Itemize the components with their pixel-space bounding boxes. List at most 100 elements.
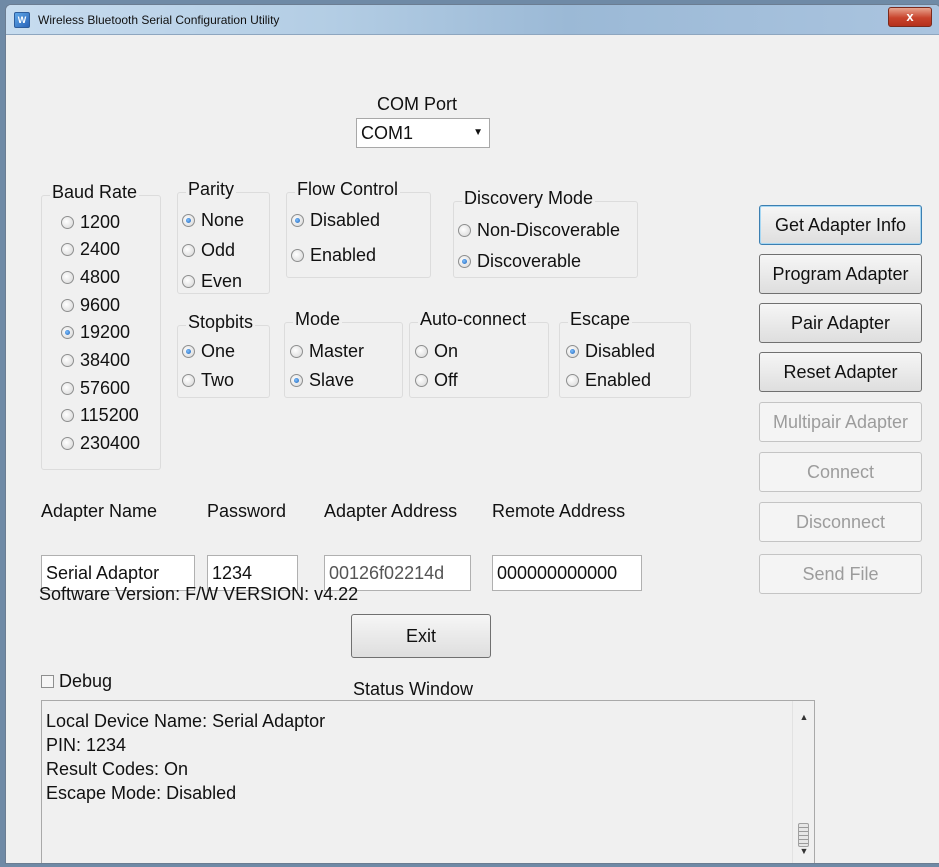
stopbits-option-one[interactable]: One xyxy=(182,341,235,362)
scroll-up-icon[interactable]: ▲ xyxy=(793,705,815,729)
baud-label: 115200 xyxy=(80,405,139,425)
scroll-down-icon[interactable]: ▼ xyxy=(793,839,815,863)
stopbits-label: One xyxy=(201,341,236,361)
stopbits-label: Two xyxy=(201,370,235,390)
bluetooth-app-icon: W xyxy=(14,12,30,28)
radio-dot xyxy=(61,299,74,312)
radio-dot xyxy=(291,249,304,262)
checkbox-box xyxy=(41,675,54,688)
status-line: Escape Mode: Disabled xyxy=(46,783,237,803)
escape-option-enabled[interactable]: Enabled xyxy=(566,370,651,391)
baud-rate-title: Baud Rate xyxy=(50,182,140,203)
remote-address-label: Remote Address xyxy=(492,501,626,521)
baud-label: 1200 xyxy=(80,212,121,232)
pair-adapter-button[interactable]: Pair Adapter xyxy=(759,303,922,343)
baud-option-2400[interactable]: 2400 xyxy=(61,239,120,260)
escape-option-disabled[interactable]: Disabled xyxy=(566,341,655,362)
discovery-label: Discoverable xyxy=(477,251,582,271)
auto-connect-option-off[interactable]: Off xyxy=(415,370,458,391)
com-port-select[interactable]: COM1 ▼ xyxy=(356,118,490,148)
radio-dot-selected xyxy=(291,214,304,227)
radio-dot xyxy=(61,409,74,422)
stopbits-option-two[interactable]: Two xyxy=(182,370,234,391)
com-port-value: COM1 xyxy=(361,123,414,143)
send-file-button[interactable]: Send File xyxy=(759,554,922,594)
parity-label: None xyxy=(201,210,245,230)
disconnect-button[interactable]: Disconnect xyxy=(759,502,922,542)
close-icon: x xyxy=(906,9,914,24)
radio-dot xyxy=(61,243,74,256)
multipair-adapter-button[interactable]: Multipair Adapter xyxy=(759,402,922,442)
radio-dot xyxy=(415,374,428,387)
escape-label: Disabled xyxy=(585,341,656,361)
radio-dot xyxy=(182,275,195,288)
exit-button[interactable]: Exit xyxy=(351,614,491,658)
radio-dot-selected xyxy=(290,374,303,387)
chevron-down-icon: ▼ xyxy=(473,127,483,138)
program-adapter-button[interactable]: Program Adapter xyxy=(759,254,922,294)
flow-option-disabled[interactable]: Disabled xyxy=(291,210,380,231)
remote-address-field[interactable]: 000000000000 xyxy=(492,555,642,591)
close-button[interactable]: x xyxy=(888,7,932,27)
debug-label: Debug xyxy=(59,671,113,691)
stopbits-title: Stopbits xyxy=(186,312,256,333)
baud-option-4800[interactable]: 4800 xyxy=(61,267,120,288)
radio-dot xyxy=(290,345,303,358)
radio-dot xyxy=(61,437,74,450)
radio-dot xyxy=(61,382,74,395)
parity-label: Odd xyxy=(201,240,236,260)
auto-connect-option-on[interactable]: On xyxy=(415,341,458,362)
baud-option-230400[interactable]: 230400 xyxy=(61,433,140,454)
radio-dot-selected xyxy=(182,345,195,358)
baud-label: 19200 xyxy=(80,322,131,342)
baud-label: 230400 xyxy=(80,433,141,453)
parity-option-none[interactable]: None xyxy=(182,210,244,231)
baud-option-19200[interactable]: 19200 xyxy=(61,322,130,343)
adapter-name-label: Adapter Name xyxy=(41,501,158,521)
get-adapter-info-button[interactable]: Get Adapter Info xyxy=(759,205,922,245)
radio-dot-selected xyxy=(61,326,74,339)
mode-label: Master xyxy=(309,341,365,361)
baud-option-115200[interactable]: 115200 xyxy=(61,405,139,426)
connect-button[interactable]: Connect xyxy=(759,452,922,492)
flow-option-enabled[interactable]: Enabled xyxy=(291,245,376,266)
radio-dot xyxy=(61,216,74,229)
baud-option-9600[interactable]: 9600 xyxy=(61,295,120,316)
radio-dot xyxy=(182,374,195,387)
flow-control-title: Flow Control xyxy=(295,179,401,200)
window-title: Wireless Bluetooth Serial Configuration … xyxy=(38,13,280,27)
mode-option-slave[interactable]: Slave xyxy=(290,370,354,391)
baud-label: 4800 xyxy=(80,267,121,287)
radio-dot xyxy=(415,345,428,358)
app-window: W Wireless Bluetooth Serial Configuratio… xyxy=(5,4,939,864)
radio-dot-selected xyxy=(182,214,195,227)
status-window[interactable]: Local Device Name: Serial Adaptor PIN: 1… xyxy=(41,700,815,863)
flow-label: Disabled xyxy=(310,210,381,230)
escape-title: Escape xyxy=(568,309,633,330)
com-port-label: COM Port xyxy=(377,94,458,114)
client-area: COM Port COM1 ▼ Baud Rate 1200 2400 4800… xyxy=(6,36,939,863)
parity-option-even[interactable]: Even xyxy=(182,271,242,292)
debug-checkbox[interactable]: Debug xyxy=(41,671,112,692)
mode-option-master[interactable]: Master xyxy=(290,341,364,362)
status-window-title: Status Window xyxy=(353,679,474,699)
status-line: Local Device Name: Serial Adaptor xyxy=(46,711,326,731)
status-line: Result Codes: On xyxy=(46,759,189,779)
status-scrollbar[interactable]: ▲ ▼ xyxy=(792,701,815,863)
radio-dot-selected xyxy=(458,255,471,268)
mode-label: Slave xyxy=(309,370,355,390)
reset-adapter-button[interactable]: Reset Adapter xyxy=(759,352,922,392)
baud-option-57600[interactable]: 57600 xyxy=(61,378,130,399)
discovery-option-non-discoverable[interactable]: Non-Discoverable xyxy=(458,220,620,241)
password-label: Password xyxy=(207,501,287,521)
discovery-option-discoverable[interactable]: Discoverable xyxy=(458,251,581,272)
auto-connect-title: Auto-connect xyxy=(418,309,529,330)
baud-option-38400[interactable]: 38400 xyxy=(61,350,130,371)
parity-option-odd[interactable]: Odd xyxy=(182,240,235,261)
baud-label: 38400 xyxy=(80,350,131,370)
baud-label: 9600 xyxy=(80,295,121,315)
discovery-mode-title: Discovery Mode xyxy=(462,188,596,209)
title-bar[interactable]: W Wireless Bluetooth Serial Configuratio… xyxy=(6,5,939,35)
parity-title: Parity xyxy=(186,179,237,200)
baud-option-1200[interactable]: 1200 xyxy=(61,212,120,233)
